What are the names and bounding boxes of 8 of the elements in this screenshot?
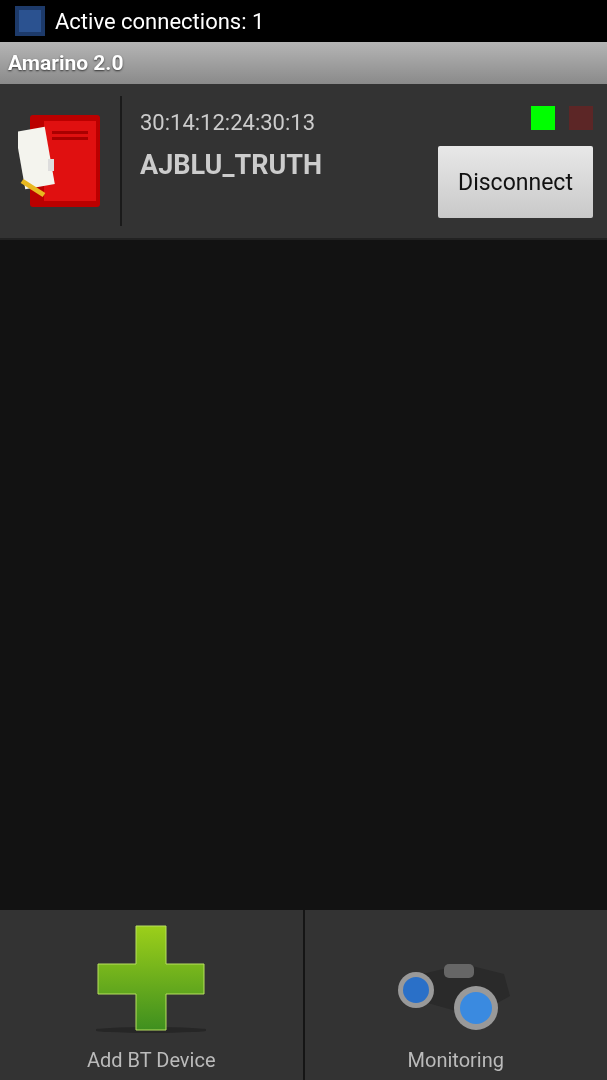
plus-icon (96, 922, 207, 1034)
device-row[interactable]: 30:14:12:24:30:13 AJBLU_TRUTH Disconnect (0, 84, 607, 240)
device-address: 30:14:12:24:30:13 (140, 110, 316, 135)
status-text: Active connections: 1 (55, 8, 265, 34)
device-name: AJBLU_TRUTH (140, 149, 324, 181)
disconnect-button[interactable]: Disconnect (438, 146, 593, 218)
app-icon (15, 6, 45, 36)
app-title: Amarino 2.0 (8, 51, 124, 75)
